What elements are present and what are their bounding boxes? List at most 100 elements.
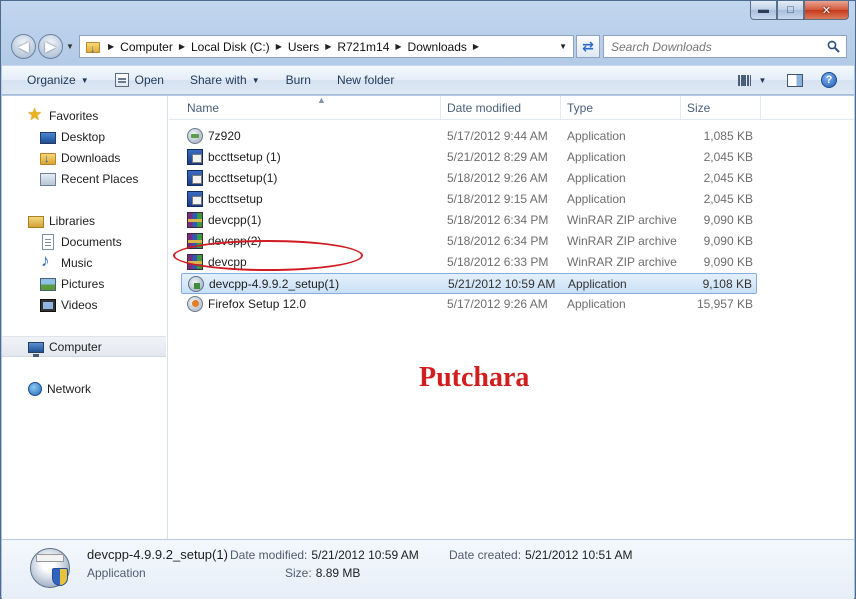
open-button[interactable]: Open	[102, 69, 177, 91]
chevron-right-icon[interactable]: ▶	[319, 42, 337, 51]
breadcrumb-computer[interactable]: Computer	[120, 40, 173, 54]
file-row[interactable]: bccttsetup(1) 5/18/2012 9:26 AM Applicat…	[181, 168, 757, 189]
file-row[interactable]: devcpp(1) 5/18/2012 6:34 PM WinRAR ZIP a…	[181, 210, 757, 231]
search-input[interactable]	[611, 39, 821, 54]
sidebar-item-downloads[interactable]: Downloads	[2, 147, 167, 168]
column-header-size[interactable]: Size	[681, 96, 761, 120]
back-arrow-icon: ◀	[18, 38, 29, 54]
organize-label: Organize	[27, 73, 76, 87]
file-row[interactable]: Firefox Setup 12.0 5/17/2012 9:26 AM App…	[181, 294, 757, 315]
view-details-icon	[737, 74, 751, 86]
chevron-right-icon[interactable]: ▶	[102, 42, 120, 51]
file-row[interactable]: devcpp(2) 5/18/2012 6:34 PM WinRAR ZIP a…	[181, 231, 757, 252]
navigation-row: ◀ ▶ ▼ ↓ ▶ Computer ▶ Local Disk (C:) ▶ U…	[9, 32, 847, 60]
star-icon	[27, 105, 44, 125]
organize-button[interactable]: Organize ▼	[14, 69, 102, 91]
file-type: Application	[568, 277, 627, 291]
sidebar-item-label: Recent Places	[61, 171, 139, 186]
sidebar-item-network[interactable]: Network	[2, 378, 167, 399]
file-name: devcpp	[208, 255, 247, 269]
share-with-label: Share with	[189, 73, 247, 87]
recent-pages-dropdown[interactable]: ▼	[66, 42, 74, 51]
sidebar-item-favorites[interactable]: Favorites	[2, 105, 167, 126]
minimize-button[interactable]: ▬	[750, 1, 777, 20]
file-size: 9,108 KB	[702, 277, 752, 291]
refresh-button[interactable]: ⇄	[576, 35, 600, 58]
application-icon	[187, 128, 203, 144]
libraries-group: Libraries Documents Music Pictures Video…	[2, 210, 167, 315]
address-dropdown-icon[interactable]: ▼	[559, 42, 567, 51]
sidebar-item-videos[interactable]: Videos	[2, 294, 167, 315]
computer-icon	[28, 341, 44, 357]
chevron-right-icon[interactable]: ▶	[389, 42, 407, 51]
explorer-window: ▬ □ ✕ ◀ ▶ ▼ ↓ ▶ Computer ▶ Local Disk (C…	[0, 0, 856, 599]
sidebar-item-documents[interactable]: Documents	[2, 231, 167, 252]
navigation-pane: Favorites Desktop Downloads Recent Place…	[2, 96, 168, 539]
new-folder-button[interactable]: New folder	[324, 69, 407, 91]
file-name: devcpp(1)	[208, 213, 262, 227]
column-headers: ▲ Name Date modified Type Size	[169, 95, 854, 120]
column-header-type[interactable]: Type	[561, 96, 681, 120]
back-button[interactable]: ◀	[11, 34, 36, 59]
sidebar-item-libraries[interactable]: Libraries	[2, 210, 167, 231]
preview-pane-button[interactable]	[782, 69, 808, 91]
column-header-date-modified[interactable]: Date modified	[441, 96, 561, 120]
open-icon	[114, 73, 129, 87]
caret-down-icon: ▼	[80, 75, 89, 85]
address-bar[interactable]: ↓ ▶ Computer ▶ Local Disk (C:) ▶ Users ▶…	[79, 35, 574, 58]
sort-ascending-icon: ▲	[317, 95, 326, 105]
downloads-folder-icon	[40, 152, 56, 165]
help-icon: ?	[821, 72, 837, 88]
setup-disc-icon	[28, 546, 72, 590]
file-row[interactable]: bccttsetup (1) 5/21/2012 8:29 AM Applica…	[181, 147, 757, 168]
caption-buttons: ▬ □ ✕	[750, 1, 849, 20]
downloads-folder-icon: ↓	[84, 38, 102, 56]
sidebar-item-pictures[interactable]: Pictures	[2, 273, 167, 294]
file-type: WinRAR ZIP archive	[567, 213, 677, 227]
setup-icon	[187, 170, 203, 186]
preview-pane-icon	[787, 73, 803, 87]
breadcrumb-user[interactable]: R721m14	[337, 40, 389, 54]
desktop-icon	[40, 131, 56, 144]
file-row[interactable]: devcpp 5/18/2012 6:33 PM WinRAR ZIP arch…	[181, 252, 757, 273]
file-size: 2,045 KB	[703, 192, 753, 206]
file-date: 5/17/2012 9:44 AM	[447, 129, 548, 143]
sidebar-item-computer[interactable]: Computer	[2, 336, 166, 357]
file-name: bccttsetup	[208, 192, 263, 206]
command-bar: Organize ▼ Open Share with ▼ Burn New fold…	[2, 65, 854, 95]
chevron-right-icon[interactable]: ▶	[467, 42, 485, 51]
change-view-button[interactable]: ▼	[732, 69, 772, 91]
file-row[interactable]: bccttsetup 5/18/2012 9:15 AM Application…	[181, 189, 757, 210]
details-value: 8.89 MB	[315, 566, 361, 580]
column-header-name[interactable]: ▲ Name	[181, 95, 441, 120]
file-date: 5/18/2012 9:15 AM	[447, 192, 548, 206]
forward-button[interactable]: ▶	[38, 34, 63, 59]
chevron-right-icon[interactable]: ▶	[173, 42, 191, 51]
sidebar-item-music[interactable]: Music	[2, 251, 167, 273]
music-icon	[40, 251, 56, 271]
search-icon[interactable]	[827, 40, 840, 53]
sidebar-item-label: Downloads	[61, 150, 121, 165]
file-name: Firefox Setup 12.0	[208, 297, 307, 311]
file-row[interactable]: 7z920 5/17/2012 9:44 AM Application 1,08…	[181, 126, 757, 147]
sidebar-item-desktop[interactable]: Desktop	[2, 126, 167, 147]
close-button[interactable]: ✕	[804, 1, 849, 20]
new-folder-label: New folder	[336, 73, 395, 87]
file-row-selected[interactable]: devcpp-4.9.9.2_setup(1) 5/21/2012 10:59 …	[181, 273, 757, 294]
maximize-button[interactable]: □	[777, 1, 804, 20]
breadcrumb-local-disk[interactable]: Local Disk (C:)	[191, 40, 270, 54]
setup-icon	[187, 191, 203, 207]
network-group: Network	[2, 378, 167, 399]
breadcrumb-users[interactable]: Users	[288, 40, 319, 54]
details-value: 5/21/2012 10:59 AM	[311, 548, 419, 562]
breadcrumb-downloads[interactable]: Downloads	[408, 40, 467, 54]
help-button[interactable]: ?	[816, 69, 842, 91]
winrar-archive-icon	[187, 212, 203, 228]
sidebar-item-recent-places[interactable]: Recent Places	[2, 168, 167, 189]
chevron-right-icon[interactable]: ▶	[270, 42, 288, 51]
caret-down-icon: ▼	[758, 75, 767, 85]
forward-arrow-icon: ▶	[45, 38, 56, 54]
sidebar-item-label: Favorites	[49, 108, 99, 123]
share-with-button[interactable]: Share with ▼	[177, 69, 273, 91]
file-size: 9,090 KB	[703, 255, 753, 269]
